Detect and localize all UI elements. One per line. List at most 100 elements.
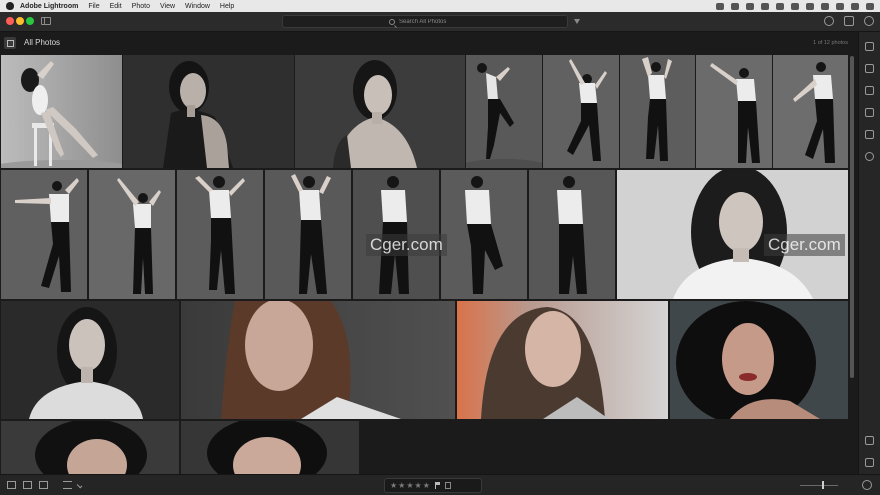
spotlight-icon[interactable] <box>851 2 859 10</box>
minimize-window-button[interactable] <box>16 17 24 25</box>
bell-icon[interactable] <box>776 2 784 10</box>
macos-menu-bar: Adobe Lightroom File Edit Photo View Win… <box>0 0 880 12</box>
watermark-text: Cger.com <box>366 234 447 256</box>
info-icon[interactable] <box>862 480 872 490</box>
toolbar-right-icons <box>814 16 874 26</box>
photo-image <box>1 61 122 168</box>
share-icon[interactable] <box>844 16 854 26</box>
photo-thumbnail[interactable] <box>181 301 455 419</box>
tag-icon[interactable] <box>865 458 874 467</box>
photo-thumbnail[interactable] <box>265 170 351 299</box>
photo-image <box>670 301 848 419</box>
photo-thumbnail[interactable] <box>177 170 263 299</box>
title-toolbar <box>0 12 880 32</box>
photo-thumbnail[interactable] <box>457 301 668 419</box>
thumbnail-size-slider[interactable] <box>800 481 838 489</box>
photo-image <box>295 55 465 168</box>
photo-image <box>181 421 359 474</box>
lightroom-window: Adobe Lightroom File Edit Photo View Win… <box>0 0 880 495</box>
photo-image <box>177 170 263 299</box>
moon-icon[interactable] <box>791 2 799 10</box>
crop-icon[interactable] <box>865 64 874 73</box>
photo-thumbnail-selected[interactable] <box>89 170 175 299</box>
search-bar[interactable] <box>282 15 568 28</box>
photo-thumbnail[interactable] <box>529 170 615 299</box>
wifi-icon[interactable] <box>821 2 829 10</box>
help-icon[interactable] <box>864 16 874 26</box>
brush-icon[interactable] <box>865 108 874 117</box>
photo-image <box>181 301 455 419</box>
menu-window[interactable]: Window <box>185 3 210 10</box>
sort-icon[interactable] <box>63 481 72 489</box>
photo-thumbnail[interactable] <box>1 421 179 474</box>
photo-thumbnail[interactable] <box>1 55 122 168</box>
grid-scrollbar[interactable] <box>850 56 854 378</box>
healing-brush-icon[interactable] <box>865 86 874 95</box>
photo-thumbnail[interactable] <box>1 301 179 419</box>
flag-icon[interactable] <box>434 482 441 489</box>
reject-flag-icon[interactable] <box>444 482 451 489</box>
page-title: All Photos <box>24 38 61 47</box>
star-3-icon[interactable]: ★ <box>406 481 413 490</box>
cloud-icon[interactable] <box>716 2 724 10</box>
photo-image <box>1 301 179 419</box>
square-grid-icon[interactable] <box>7 481 16 489</box>
photo-thumbnail[interactable] <box>773 55 848 168</box>
menu-help[interactable]: Help <box>220 3 234 10</box>
photo-thumbnail[interactable] <box>295 55 465 168</box>
menu-app-name[interactable]: Adobe Lightroom <box>20 3 78 10</box>
filter-icon[interactable] <box>574 19 580 24</box>
photo-image <box>1 170 87 299</box>
photo-grid-icon[interactable] <box>23 481 32 489</box>
bottom-toolbar: ★ ★ ★ ★ ★ <box>0 474 880 495</box>
clipboard-icon[interactable] <box>761 2 769 10</box>
photo-image <box>529 170 615 299</box>
detail-view-icon[interactable] <box>39 481 48 489</box>
close-window-button[interactable] <box>6 17 14 25</box>
star-5-icon[interactable]: ★ <box>423 481 430 490</box>
sliders-icon[interactable] <box>865 42 874 51</box>
photo-thumbnail[interactable] <box>670 301 848 419</box>
grid-header: All Photos 1 of 12 photos <box>0 32 858 54</box>
edit-panel-strip <box>858 32 880 474</box>
search-icon <box>389 18 395 25</box>
comments-icon[interactable] <box>865 436 874 445</box>
photo-image <box>1 421 179 474</box>
menu-view[interactable]: View <box>160 3 175 10</box>
sidebar-toggle-icon[interactable] <box>41 17 51 25</box>
star-4-icon[interactable]: ★ <box>415 481 422 490</box>
star-1-icon[interactable]: ★ <box>390 481 397 490</box>
slider-knob[interactable] <box>822 481 824 489</box>
photo-image <box>89 170 175 299</box>
photo-thumbnail[interactable] <box>181 421 359 474</box>
linear-gradient-icon[interactable] <box>865 130 874 139</box>
photo-thumbnail[interactable] <box>620 55 695 168</box>
photo-thumbnail[interactable] <box>696 55 772 168</box>
control-center-icon[interactable] <box>866 2 874 10</box>
battery-icon[interactable] <box>836 2 844 10</box>
photo-thumbnail[interactable] <box>1 170 87 299</box>
photo-thumbnail[interactable] <box>123 55 294 168</box>
bluetooth-icon[interactable] <box>806 2 814 10</box>
dropbox-icon[interactable] <box>731 2 739 10</box>
radial-gradient-icon[interactable] <box>865 152 874 161</box>
photo-thumbnail[interactable] <box>543 55 619 168</box>
watermark-text: Cger.com <box>764 234 845 256</box>
chevron-down-icon[interactable] <box>76 482 83 489</box>
rating-flag-bar: ★ ★ ★ ★ ★ <box>384 478 482 493</box>
notifications-icon[interactable] <box>824 16 834 26</box>
photo-thumbnail[interactable] <box>441 170 527 299</box>
photo-image <box>457 301 668 419</box>
shield-icon[interactable] <box>746 2 754 10</box>
menu-file[interactable]: File <box>88 3 99 10</box>
menu-edit[interactable]: Edit <box>110 3 122 10</box>
photo-thumbnail[interactable] <box>466 55 542 168</box>
photo-image <box>773 55 848 168</box>
menu-photo[interactable]: Photo <box>132 3 150 10</box>
search-input[interactable] <box>399 18 461 25</box>
library-back-button[interactable] <box>4 37 16 49</box>
photo-image <box>123 55 294 168</box>
apple-icon[interactable] <box>6 2 14 10</box>
zoom-window-button[interactable] <box>26 17 34 25</box>
star-2-icon[interactable]: ★ <box>398 481 405 490</box>
